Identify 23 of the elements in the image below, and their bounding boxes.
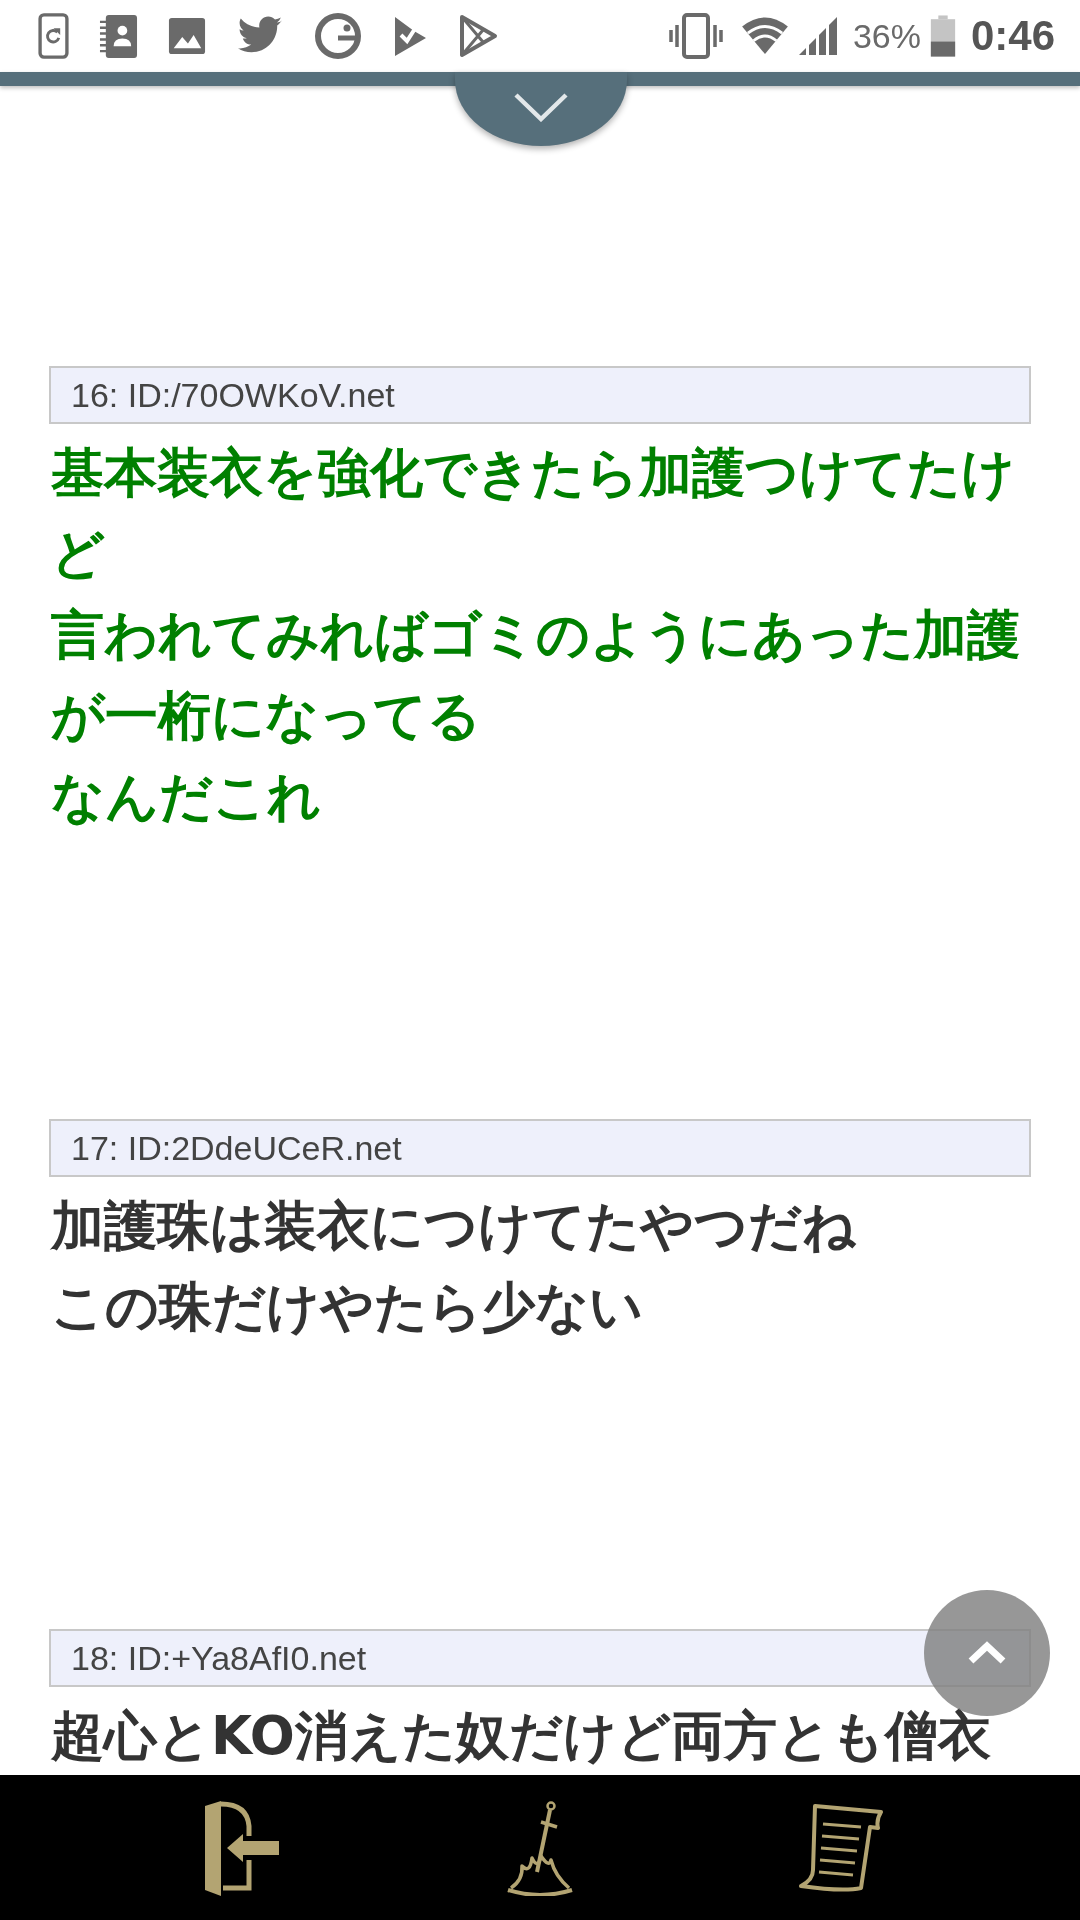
- battery-percent: 36%: [852, 16, 921, 56]
- clock-time: 0:46: [970, 12, 1055, 60]
- sword-fire-icon[interactable]: [505, 1799, 575, 1896]
- chevron-up-icon: [966, 1641, 1008, 1665]
- vibrate-icon: [668, 13, 723, 59]
- wifi-icon: [739, 16, 790, 56]
- post-text: 基本装衣を強化できたら加護つけてたけど: [51, 441, 1016, 586]
- post-text: 言われてみればゴミのようにあった加護が一桁になってる: [51, 603, 1021, 748]
- check-flag-icon: [392, 14, 428, 58]
- post-text: この珠だけやたら少ない: [51, 1275, 644, 1339]
- ring-logo-icon: [314, 12, 362, 60]
- battery-icon: [928, 14, 957, 58]
- post-header: 17: ID:2DdeUCeR.net: [49, 1119, 1031, 1177]
- contact-book-icon: [99, 13, 138, 59]
- expand-tab-button[interactable]: [455, 72, 627, 146]
- post-text: 超心とKO消えた奴だけど両方とも僧衣: [51, 1704, 992, 1768]
- post-text: 加護珠は装衣につけてたやつだね: [51, 1194, 857, 1258]
- chevron-down-icon: [513, 92, 569, 122]
- post-header: 16: ID:/70OWKoV.net: [49, 366, 1031, 424]
- image-icon: [168, 17, 206, 55]
- post-text: なんだこれ: [51, 765, 322, 829]
- phone-refresh-icon: [38, 13, 69, 59]
- play-triangle-icon: [458, 14, 498, 58]
